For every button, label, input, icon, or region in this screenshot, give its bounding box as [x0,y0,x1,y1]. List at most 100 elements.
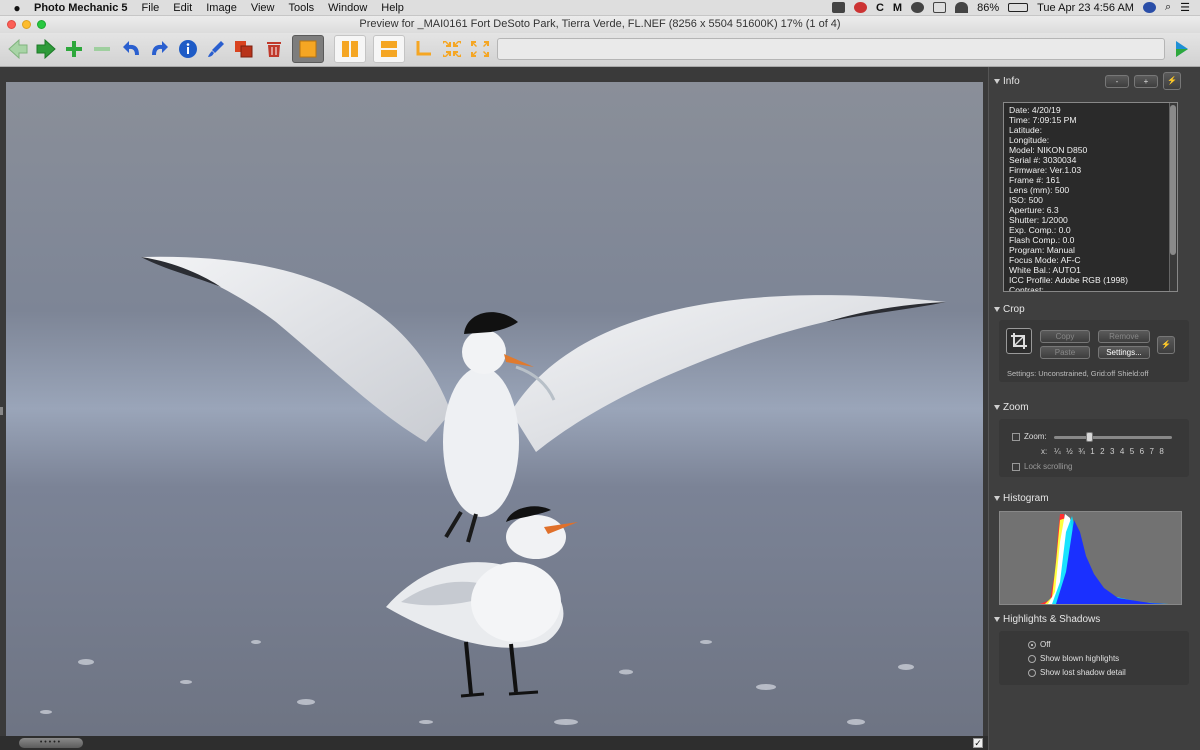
info-minus-button[interactable]: - [1105,75,1129,88]
info-line: White Bal.: AUTO1 [1009,265,1081,275]
info-title: Info [1003,76,1020,87]
radio-off[interactable] [1028,641,1036,649]
crop-section-header[interactable]: Crop [994,304,1025,315]
rotate-left-button[interactable] [120,37,144,61]
bottom-bar: ••••• ✓ [0,736,988,750]
zoom-slider-thumb[interactable] [1086,432,1094,442]
sync-icon[interactable] [911,2,925,13]
photo-preview[interactable] [6,82,983,736]
info-plus-button[interactable]: + [1134,75,1158,88]
info-metadata-box[interactable]: Date: 4/20/19 Time: 7:09:15 PM Latitude: Lo… [1003,102,1178,292]
expand-button[interactable] [468,37,492,61]
c-app-icon[interactable]: C [876,2,884,14]
m-app-icon[interactable]: M [893,2,902,14]
menu-help[interactable]: Help [381,2,404,14]
user-icon[interactable] [1142,2,1156,13]
crop-tool-toggle[interactable] [1006,328,1032,354]
menu-app-name[interactable]: Photo Mechanic 5 [34,2,128,14]
filmstrip-scroller[interactable]: ••••• [19,738,83,748]
display-icon[interactable] [933,2,947,13]
info-line: Date: 4/20/19 [1009,105,1061,115]
inspector-panel: Info - + ⚡ Date: 4/20/19 Time: 7:09:15 PM… [988,67,1200,750]
histogram-plot [1040,514,1169,604]
rotate-left-icon [123,41,139,55]
info-scrollbar[interactable] [1169,103,1177,291]
histogram-section-header[interactable]: Histogram [994,493,1049,504]
zoom-scale: ¼ ½ ¾ 1 2 3 4 5 6 7 8 [1054,447,1166,456]
two-row-icon [381,41,397,57]
close-window-button[interactable] [7,20,16,29]
radio-off-label[interactable]: Off [1040,640,1051,649]
radio-lost-shadows[interactable] [1028,669,1036,677]
menu-window[interactable]: Window [328,2,367,14]
lock-scrolling-checkbox[interactable] [1012,463,1020,471]
rotate-right-button[interactable] [147,37,171,61]
apple-icon[interactable]: ● [0,1,34,15]
next-photo-button[interactable] [34,37,58,61]
creative-cloud-icon[interactable] [853,2,867,13]
info-line: Model: NIKON D850 [1009,145,1088,155]
info-action-button[interactable]: ⚡ [1163,72,1181,90]
select-checkbox[interactable]: ✓ [973,738,983,748]
menubar-clock[interactable]: Tue Apr 23 4:56 AM [1037,2,1134,14]
left-splitter-handle[interactable] [0,407,3,415]
shrink-button[interactable] [440,37,464,61]
zoom-section-header[interactable]: Zoom [994,402,1029,413]
previous-photo-button[interactable] [6,37,30,61]
info-section-header[interactable]: Info [994,76,1020,87]
radio-blown-highlights-label[interactable]: Show blown highlights [1040,654,1119,663]
edit-caption-button[interactable] [204,37,228,61]
crop-remove-button[interactable]: Remove [1098,330,1150,343]
single-view-button[interactable] [292,35,324,63]
radio-lost-shadows-label[interactable]: Show lost shadow detail [1040,668,1126,677]
crop-copy-button[interactable]: Copy [1040,330,1090,343]
info-line: Serial #: 3030034 [1009,155,1077,165]
menu-file[interactable]: File [142,2,160,14]
zoom-window-button[interactable] [37,20,46,29]
delete-button[interactable] [262,37,286,61]
tag-remove-button[interactable] [90,37,114,61]
traffic-lights [7,20,46,29]
crop-corner-icon [416,41,431,56]
crop-tool-button[interactable] [412,37,436,61]
wifi-icon[interactable] [955,2,969,13]
preview-area[interactable] [0,67,988,750]
window-title-bar: Preview for _MAI0161 Fort DeSoto Park, T… [0,16,1200,33]
info-line: Frame #: 161 [1009,175,1061,185]
menu-tools[interactable]: Tools [288,2,314,14]
search-field[interactable] [497,38,1165,60]
notification-icon[interactable]: ☰ [1180,1,1190,14]
plus-icon [66,41,82,57]
info-scroll-thumb[interactable] [1170,105,1176,255]
radio-blown-highlights[interactable] [1028,655,1036,663]
spotlight-icon[interactable]: ⌕ [1165,1,1171,14]
two-column-icon [342,41,358,57]
info-line: ISO: 500 [1009,195,1043,205]
minimize-window-button[interactable] [22,20,31,29]
status-menu-icon[interactable] [831,2,845,13]
share-button[interactable] [1170,37,1194,61]
tag-add-button[interactable] [62,37,86,61]
toolbar [0,33,1200,67]
menu-view[interactable]: View [251,2,275,14]
crop-paste-button[interactable]: Paste [1040,346,1090,359]
zoom-slider-track[interactable] [1054,436,1172,439]
crop-icon [1011,333,1027,349]
info-button[interactable] [176,37,200,61]
menu-image[interactable]: Image [206,2,237,14]
side-by-side-view-button[interactable] [334,35,366,63]
menu-edit[interactable]: Edit [173,2,192,14]
crop-action-button[interactable]: ⚡ [1157,336,1175,354]
copy-button[interactable] [232,37,256,61]
info-icon [179,40,197,58]
zoom-checkbox[interactable] [1012,433,1020,441]
crop-settings-button[interactable]: Settings... [1098,346,1150,359]
info-line: Latitude: [1009,125,1042,135]
zoom-title: Zoom [1003,402,1029,413]
highlights-section-header[interactable]: Highlights & Shadows [994,614,1100,625]
info-line: Longitude: [1009,135,1050,145]
stacked-view-button[interactable] [373,35,405,63]
share-icon [1176,41,1188,57]
battery-icon[interactable] [1008,3,1029,12]
minus-icon [94,47,110,51]
